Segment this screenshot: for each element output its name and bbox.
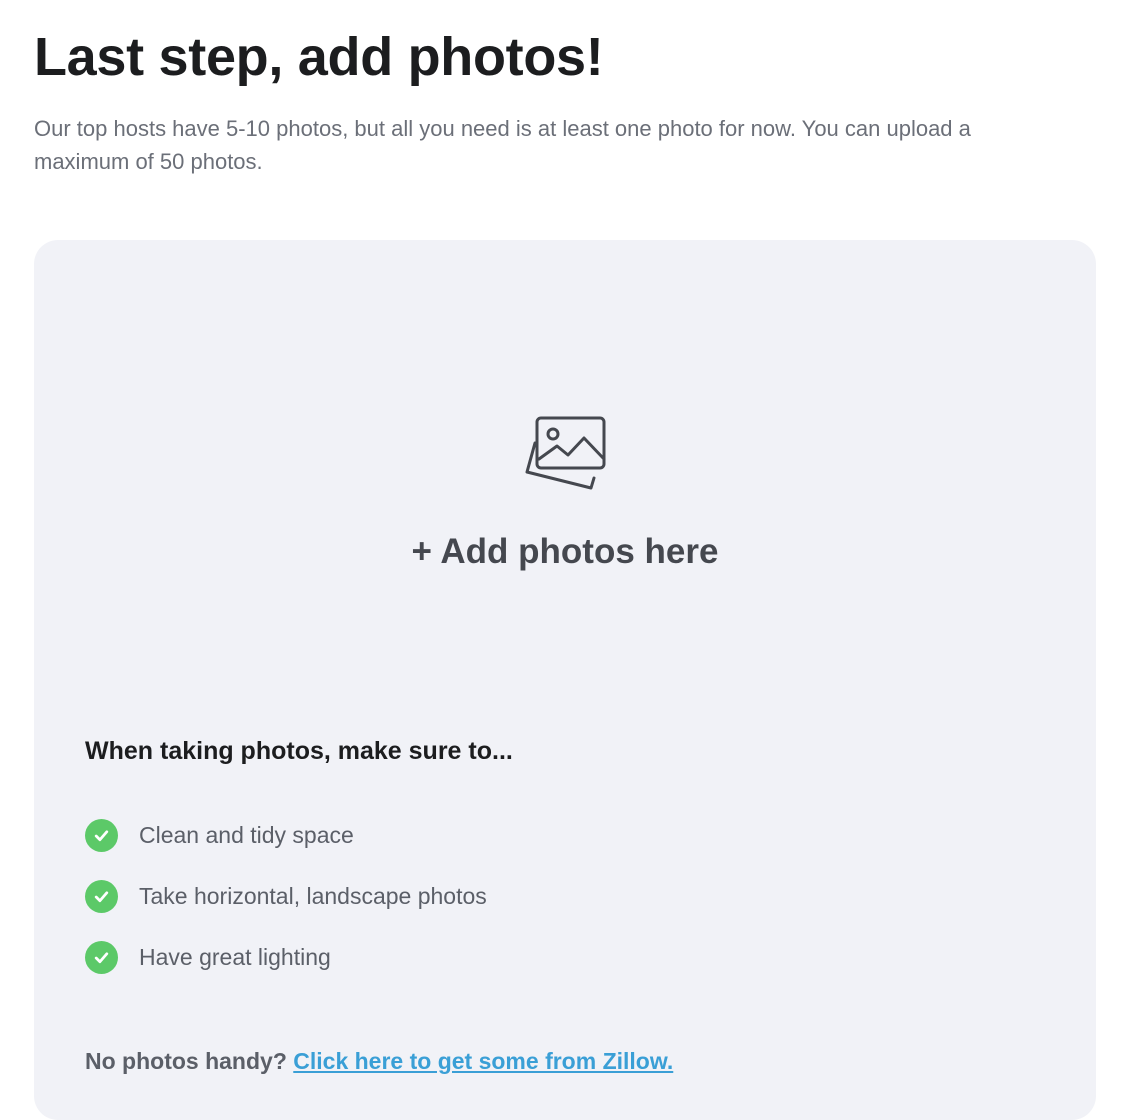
- check-circle-icon: [85, 940, 118, 974]
- list-item: Have great lighting: [85, 940, 487, 974]
- tip-label: Clean and tidy space: [139, 822, 354, 848]
- check-circle-icon: [85, 879, 118, 913]
- tip-label: Take horizontal, landscape photos: [139, 883, 487, 909]
- page-subtitle: Our top hosts have 5-10 photos, but all …: [34, 116, 971, 174]
- no-photos-row: No photos handy? Click here to get some …: [85, 1045, 673, 1077]
- zillow-link[interactable]: Click here to get some from Zillow.: [293, 1048, 673, 1074]
- add-photos-label: + Add photos here: [411, 532, 719, 571]
- list-item: Take horizontal, landscape photos: [85, 879, 487, 913]
- no-photos-prompt: No photos handy?: [85, 1048, 287, 1074]
- photo-dropzone[interactable]: + Add photos here: [34, 240, 1096, 660]
- tips-list: Clean and tidy space Take horizontal, la…: [85, 818, 487, 1001]
- list-item: Clean and tidy space: [85, 818, 487, 852]
- tip-label: Have great lighting: [139, 944, 331, 970]
- photos-icon: [525, 416, 606, 490]
- check-circle-icon: [85, 818, 118, 852]
- page-title: Last step, add photos!: [34, 27, 604, 87]
- tips-heading: When taking photos, make sure to...: [85, 737, 513, 765]
- upload-panel: + Add photos here When taking photos, ma…: [34, 240, 1096, 1120]
